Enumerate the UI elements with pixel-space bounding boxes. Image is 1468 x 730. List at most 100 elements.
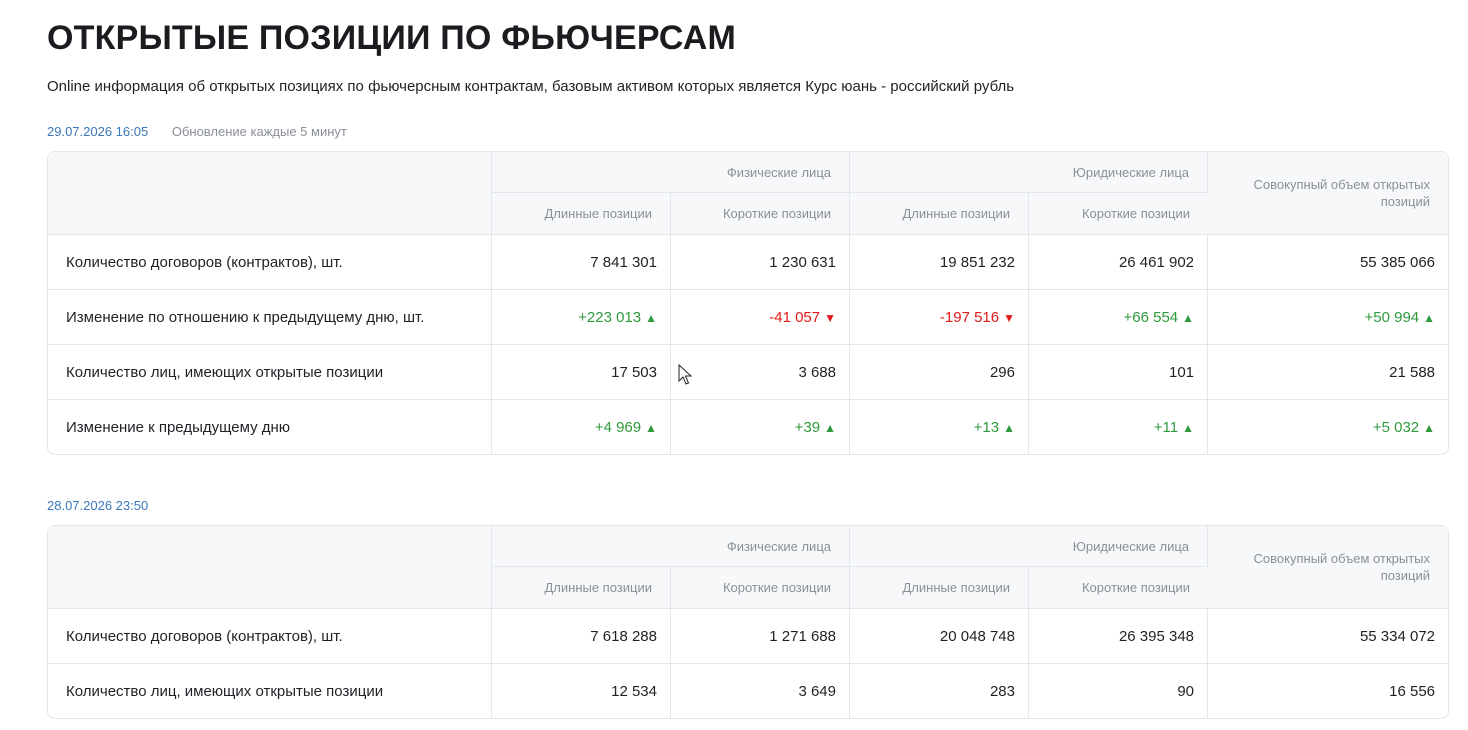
value-cell: +13 ▲ xyxy=(850,400,1029,454)
row-label: Количество договоров (контрактов), шт. xyxy=(48,235,492,290)
value-cell: +39 ▲ xyxy=(671,400,850,454)
table-row: Количество договоров (контрактов), шт. 7 … xyxy=(48,235,1449,290)
value-cell: 7 618 288 xyxy=(492,609,671,664)
header-individuals: Физические лица xyxy=(492,526,850,567)
cell-value: 19 851 232 xyxy=(939,253,1015,271)
row-label: Изменение к предыдущему дню xyxy=(48,400,492,454)
value-cell: 101 xyxy=(1029,345,1209,400)
timestamp: 28.07.2026 23:50 xyxy=(47,498,149,513)
cell-value: 21 588 xyxy=(1389,363,1436,381)
header-total: Совокупный объем открытых позиций xyxy=(1208,152,1449,235)
table-corner xyxy=(48,152,492,235)
cell-value: +11 xyxy=(1153,418,1179,436)
row-label: Количество лиц, имеющих открытые позиции xyxy=(48,664,492,718)
mouse-cursor-icon xyxy=(678,364,692,385)
value-cell: 17 503 xyxy=(492,345,671,400)
value-cell: +223 013 ▲ xyxy=(492,290,671,345)
header-short: Короткие позиции xyxy=(1029,193,1209,235)
cell-value: 1 271 688 xyxy=(769,627,836,645)
cell-value: 90 xyxy=(1177,682,1195,700)
table-row: Количество лиц, имеющих открытые позиции… xyxy=(48,345,1449,400)
value-cell: -197 516 ▼ xyxy=(850,290,1029,345)
timestamp: 29.07.2026 16:05 xyxy=(47,124,149,139)
header-long: Длинные позиции xyxy=(492,193,671,235)
arrow-up-icon: ▲ xyxy=(1182,310,1195,325)
cell-value: 12 534 xyxy=(611,682,657,700)
page: ОТКРЫТЫЕ ПОЗИЦИИ ПО ФЬЮЧЕРСАМ Online инф… xyxy=(0,0,1468,719)
cell-value: 26 395 348 xyxy=(1118,627,1195,645)
cell-value: 17 503 xyxy=(611,363,657,381)
arrow-down-icon: ▼ xyxy=(824,310,836,325)
value-cell: 1 230 631 xyxy=(671,235,850,290)
header-short: Короткие позиции xyxy=(671,193,850,235)
cell-value: 26 461 902 xyxy=(1118,253,1195,271)
row-label: Количество договоров (контрактов), шт. xyxy=(48,609,492,664)
update-note: Обновление каждые 5 минут xyxy=(171,124,347,139)
header-long: Длинные позиции xyxy=(850,193,1029,235)
table-row: Изменение по отношению к предыдущему дню… xyxy=(48,290,1449,345)
cell-value: 283 xyxy=(989,682,1015,700)
cell-value: 20 048 748 xyxy=(939,627,1015,645)
cell-value: +13 xyxy=(973,418,1000,436)
cell-value: 16 556 xyxy=(1389,682,1436,700)
header-short: Короткие позиции xyxy=(1029,567,1209,609)
value-cell: 26 461 902 xyxy=(1029,235,1209,290)
cell-value: 7 841 301 xyxy=(590,253,657,271)
row-label: Изменение по отношению к предыдущему дню… xyxy=(48,290,492,345)
arrow-up-icon: ▲ xyxy=(645,310,657,325)
cell-value: 3 649 xyxy=(798,682,836,700)
cell-value: +4 969 xyxy=(594,418,642,436)
cell-value: +50 994 xyxy=(1364,308,1420,326)
cell-value: -197 516 xyxy=(939,308,1000,326)
arrow-up-icon: ▲ xyxy=(1423,420,1436,435)
value-cell: 21 588 xyxy=(1208,345,1449,400)
value-cell: 55 385 066 xyxy=(1208,235,1449,290)
value-cell: 283 xyxy=(850,664,1029,718)
cell-value: 7 618 288 xyxy=(590,627,657,645)
arrow-up-icon: ▲ xyxy=(1182,420,1195,435)
open-positions-table: Физические лица Юридические лица Совокуп… xyxy=(47,525,1450,719)
header-short: Короткие позиции xyxy=(671,567,850,609)
cell-value: +5 032 xyxy=(1372,418,1420,436)
cell-value: +66 554 xyxy=(1123,308,1179,326)
value-cell: +11 ▲ xyxy=(1029,400,1209,454)
value-cell: 12 534 xyxy=(492,664,671,718)
table-row: Количество лиц, имеющих открытые позиции… xyxy=(48,664,1448,718)
arrow-up-icon: ▲ xyxy=(1003,420,1015,435)
value-cell: 1 271 688 xyxy=(671,609,850,664)
arrow-up-icon: ▲ xyxy=(824,420,836,435)
arrow-down-icon: ▼ xyxy=(1003,310,1015,325)
header-legal-entities: Юридические лица xyxy=(850,152,1209,193)
page-subtitle: Online информация об открытых позициях п… xyxy=(47,78,1015,95)
cell-value: 1 230 631 xyxy=(769,253,836,271)
cell-value: -41 057 xyxy=(769,308,821,326)
header-total: Совокупный объем открытых позиций xyxy=(1208,526,1449,609)
table-row: Изменение к предыдущему дню +4 969 ▲ +39 ▲ +1… xyxy=(48,400,1448,454)
value-cell: -41 057 ▼ xyxy=(671,290,850,345)
value-cell: +66 554 ▲ xyxy=(1029,290,1209,345)
row-label: Количество лиц, имеющих открытые позиции xyxy=(48,345,492,400)
value-cell: 3 688 xyxy=(671,345,850,400)
header-individuals: Физические лица xyxy=(492,152,850,193)
table-row: Количество договоров (контрактов), шт. 7 … xyxy=(48,609,1449,664)
value-cell: +5 032 ▲ xyxy=(1208,400,1448,454)
value-cell: 19 851 232 xyxy=(850,235,1029,290)
block-meta: 28.07.2026 23:50 xyxy=(47,498,1446,514)
header-legal-entities: Юридические лица xyxy=(850,526,1209,567)
value-cell: 20 048 748 xyxy=(850,609,1029,664)
arrow-up-icon: ▲ xyxy=(1423,310,1436,325)
value-cell: 55 334 072 xyxy=(1208,609,1449,664)
value-cell: 16 556 xyxy=(1208,664,1448,718)
cell-value: 55 334 072 xyxy=(1359,627,1436,645)
value-cell: +50 994 ▲ xyxy=(1208,290,1449,345)
value-cell: 26 395 348 xyxy=(1029,609,1209,664)
open-positions-table: Физические лица Юридические лица Совокуп… xyxy=(47,151,1450,455)
cell-value: 296 xyxy=(989,363,1015,381)
cell-value: +223 013 xyxy=(578,308,642,326)
cell-value: 3 688 xyxy=(798,363,836,381)
block-meta: 29.07.2026 16:05 Обновление каждые 5 мин… xyxy=(47,124,1446,140)
cell-value: 101 xyxy=(1168,363,1195,381)
value-cell: 90 xyxy=(1029,664,1209,718)
page-title: ОТКРЫТЫЕ ПОЗИЦИИ ПО ФЬЮЧЕРСАМ xyxy=(47,19,737,57)
cell-value: 55 385 066 xyxy=(1359,253,1436,271)
